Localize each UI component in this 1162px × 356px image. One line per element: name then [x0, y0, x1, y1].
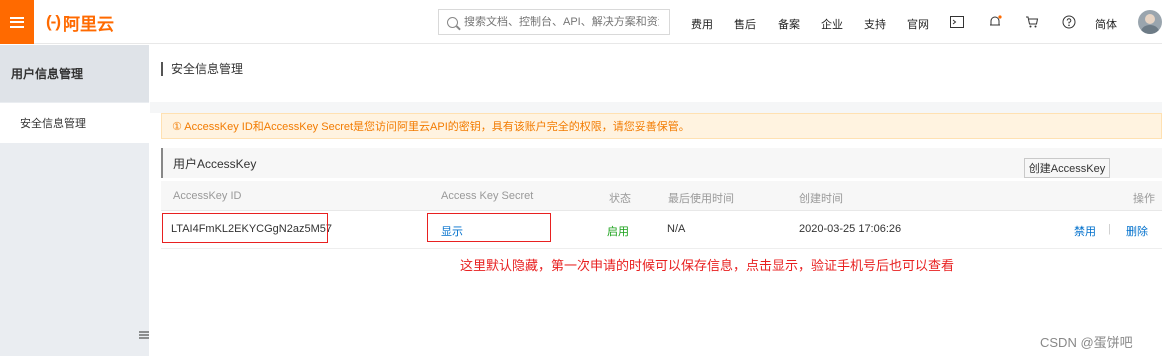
menu-icon: [10, 16, 24, 28]
column-header-status: 状态: [609, 193, 631, 205]
sidebar: 用户信息管理 安全信息管理: [0, 45, 149, 356]
annotation-text: 这里默认隐藏，第一次申请的时候可以保存信息，点击显示，验证手机号后也可以查看: [460, 258, 955, 273]
created-time: 2020-03-25 17:06:26: [799, 223, 902, 235]
nav-after-sales[interactable]: 售后: [734, 16, 756, 32]
action-separator: |: [1108, 223, 1111, 235]
nav-official-site[interactable]: 官网: [907, 16, 929, 32]
logo-mark: (-): [46, 12, 61, 31]
user-avatar[interactable]: [1138, 10, 1162, 34]
help-icon[interactable]: [1061, 14, 1077, 30]
nav-fees[interactable]: 费用: [691, 16, 713, 32]
status-badge: 启用: [607, 226, 629, 238]
sidebar-item-security-info[interactable]: 安全信息管理: [0, 103, 149, 143]
create-accesskey-button[interactable]: 创建AccessKey: [1024, 158, 1110, 178]
logo-text: 阿里云: [62, 14, 114, 34]
watermark: CSDN @蛋饼吧: [1040, 335, 1133, 350]
column-header-id: AccessKey ID: [173, 190, 242, 202]
highlight-box-secret: [427, 213, 551, 242]
column-header-secret: Access Key Secret: [441, 190, 534, 202]
nav-enterprise[interactable]: 企业: [821, 16, 843, 32]
cart-icon[interactable]: [1024, 14, 1040, 30]
top-bar: (-) 阿里云 费用 售后 备案 企业 支持 官网 简体: [0, 0, 1162, 44]
nav-icp-filing[interactable]: 备案: [778, 16, 800, 32]
language-switch[interactable]: 简体: [1095, 16, 1117, 32]
card-title: 用户AccessKey: [161, 148, 1162, 178]
divider: [150, 102, 1162, 113]
collapse-sidebar-icon[interactable]: [138, 315, 149, 355]
column-header-created: 创建时间: [799, 193, 843, 205]
aliyun-logo[interactable]: (-) 阿里云: [46, 11, 114, 34]
search-icon: [447, 16, 458, 28]
bell-icon[interactable]: [987, 14, 1003, 30]
nav-support[interactable]: 支持: [864, 16, 886, 32]
main-content: 安全信息管理 ① AccessKey ID和AccessKey Secret是您…: [150, 45, 1162, 356]
column-header-last-used: 最后使用时间: [668, 193, 734, 205]
highlight-box-id: [162, 213, 328, 243]
sidebar-header[interactable]: 用户信息管理: [0, 45, 149, 102]
page-title: 安全信息管理: [161, 62, 243, 76]
search-input[interactable]: [464, 16, 659, 28]
column-header-actions: 操作: [1133, 193, 1155, 205]
terminal-icon[interactable]: [949, 14, 965, 30]
disable-link[interactable]: 禁用: [1074, 223, 1096, 239]
last-used-time: N/A: [667, 223, 686, 235]
warning-alert: ① AccessKey ID和AccessKey Secret是您访问阿里云AP…: [161, 113, 1162, 139]
table-header: AccessKey ID Access Key Secret 状态 最后使用时间…: [161, 181, 1162, 211]
search-box[interactable]: [438, 9, 670, 35]
hamburger-menu-button[interactable]: [0, 0, 34, 44]
delete-link[interactable]: 删除: [1126, 223, 1148, 239]
